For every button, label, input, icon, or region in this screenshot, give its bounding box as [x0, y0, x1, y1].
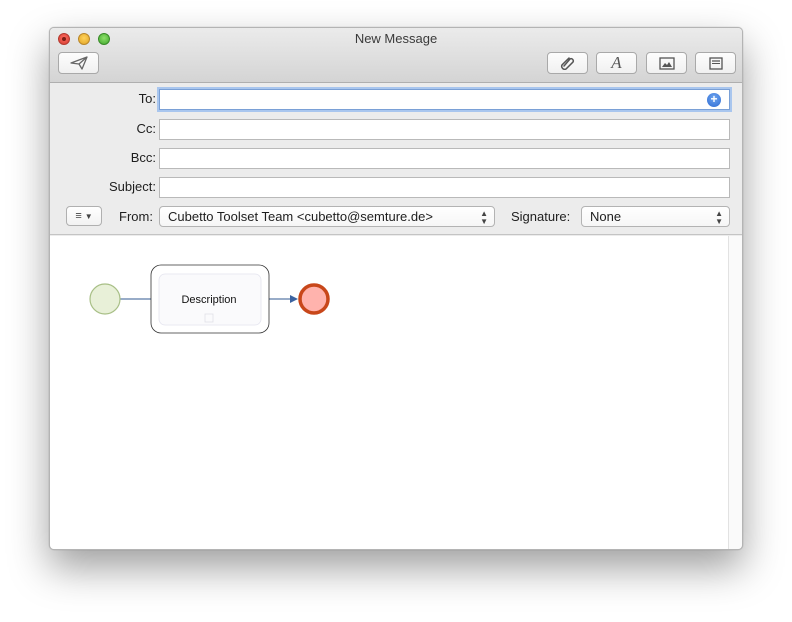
to-label: To: [138, 91, 156, 106]
bcc-input[interactable] [160, 149, 729, 168]
signature-label: Signature: [511, 209, 571, 224]
from-value: Cubetto Toolset Team <cubetto@semture.de… [168, 209, 433, 224]
attach-button[interactable] [547, 52, 588, 74]
subject-input[interactable] [160, 178, 729, 197]
cc-label: Cc: [136, 121, 157, 136]
photo-browser-button[interactable] [646, 52, 687, 74]
message-header-fields: To: + Cc: Bcc: Subject: ≡ ▼ From: Cubett… [50, 84, 742, 235]
message-body[interactable]: Description [50, 236, 728, 549]
send-button[interactable] [58, 52, 99, 74]
list-icon: ≡ [75, 210, 82, 222]
start-event-icon [89, 283, 121, 315]
from-label: From: [119, 209, 153, 224]
paperclip-icon [560, 57, 574, 70]
cc-input[interactable] [160, 120, 729, 139]
from-select[interactable]: Cubetto Toolset Team <cubetto@semture.de… [159, 206, 495, 227]
process-diagram: Description [89, 264, 330, 334]
updown-arrows-icon: ▲ ▼ [715, 209, 723, 226]
end-event-icon [298, 283, 330, 315]
font-icon: A [611, 53, 622, 72]
signature-select[interactable]: None ▲ ▼ [581, 206, 730, 227]
bcc-field[interactable] [159, 148, 730, 169]
window-title: New Message [354, 31, 438, 46]
to-field[interactable]: + [159, 89, 730, 110]
updown-arrows-icon: ▲ ▼ [480, 209, 488, 226]
bcc-label: Bcc: [130, 150, 156, 165]
body-scroll-gutter[interactable] [728, 236, 742, 549]
mail-compose-window: New Message A To: + Cc: Bcc: Subject: ≡ … [49, 27, 743, 550]
arrow-head-icon [290, 295, 298, 303]
title-bar: New Message A [50, 28, 742, 83]
cc-field[interactable] [159, 119, 730, 140]
chevron-down-icon: ▼ [84, 211, 93, 221]
format-button[interactable]: A [596, 52, 637, 74]
subject-field[interactable] [159, 177, 730, 198]
task-label: Description [181, 294, 236, 306]
photo-browser-icon [658, 56, 675, 70]
stationery-button[interactable] [695, 52, 736, 74]
to-input[interactable] [160, 90, 729, 109]
signature-value: None [590, 209, 622, 224]
add-contact-icon[interactable]: + [707, 93, 721, 107]
stationery-icon [708, 56, 723, 70]
subject-label: Subject: [109, 179, 156, 194]
header-options-menu-button[interactable]: ≡ ▼ [66, 206, 102, 226]
paper-plane-icon [69, 56, 88, 70]
